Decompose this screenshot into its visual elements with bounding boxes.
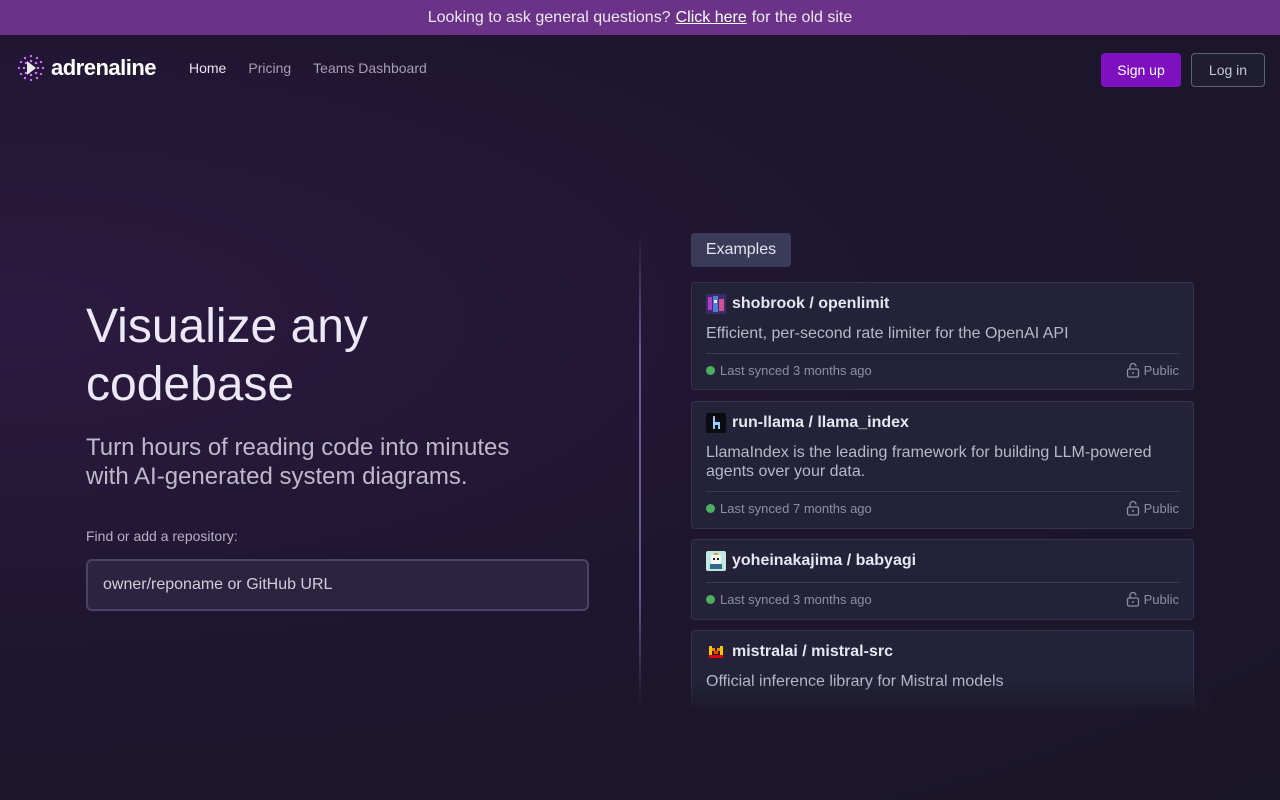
- repo-description: Efficient, per-second rate limiter for t…: [706, 325, 1069, 342]
- example-card[interactable]: run-llama / llama_index LlamaIndex is th…: [691, 401, 1194, 529]
- example-card[interactable]: shobrook / openlimit Efficient, per-seco…: [691, 282, 1194, 390]
- llama-avatar: [706, 413, 726, 433]
- repo-name: shobrook / openlimit: [732, 295, 890, 312]
- visibility-label: Public: [1143, 362, 1179, 378]
- card-divider: [706, 582, 1179, 583]
- unlock-icon: [1126, 362, 1139, 378]
- repo-name: mistralai / mistral-src: [732, 643, 893, 660]
- card-divider: [706, 491, 1179, 492]
- signup-button[interactable]: Sign up: [1101, 53, 1181, 87]
- example-card[interactable]: yoheinakajima / babyagi Last synced 3 mo…: [691, 539, 1194, 620]
- nav-links: Home Pricing Teams Dashboard: [189, 60, 449, 76]
- repo-search-label: Find or add a repository:: [86, 528, 238, 544]
- announcement-banner: Looking to ask general questions? Click …: [0, 0, 1280, 35]
- banner-text: Looking to ask general questions?: [427, 8, 671, 26]
- hero-title: Visualize any codebase: [86, 300, 368, 411]
- banner-text-after: for the old site: [751, 8, 853, 26]
- banner-link[interactable]: Click here: [676, 9, 747, 27]
- sync-time: Last synced 3 months ago: [720, 591, 872, 607]
- shobrook-avatar: [706, 294, 726, 314]
- visibility-label: Public: [1143, 591, 1179, 607]
- brand-name: adrenaline: [51, 55, 157, 80]
- sync-status-dot: [706, 365, 715, 375]
- login-button[interactable]: Log in: [1191, 53, 1265, 87]
- tab-examples[interactable]: Examples: [691, 233, 791, 267]
- nav-pricing[interactable]: Pricing: [248, 60, 291, 76]
- nav-teams-dashboard[interactable]: Teams Dashboard: [313, 60, 427, 76]
- mistral-avatar: [706, 642, 726, 662]
- card-divider: [706, 353, 1179, 354]
- repo-search-input[interactable]: [86, 559, 589, 611]
- unlock-icon: [1126, 500, 1139, 516]
- scroll-fade: [680, 682, 1210, 710]
- unlock-icon: [1126, 591, 1139, 607]
- sync-time: Last synced 7 months ago: [720, 500, 872, 516]
- sync-time: Last synced 3 months ago: [720, 362, 872, 378]
- brand-logo[interactable]: adrenaline: [16, 53, 157, 83]
- hero-subtitle: Turn hours of reading code into minutes …: [86, 434, 510, 490]
- repo-description: LlamaIndex is the leading framework for …: [706, 444, 1152, 480]
- adrenaline-logo-icon: [17, 54, 45, 82]
- repo-name: yoheinakajima / babyagi: [732, 552, 917, 569]
- sync-status-dot: [706, 503, 715, 513]
- repo-name: run-llama / llama_index: [732, 414, 909, 431]
- babyagi-avatar: [706, 551, 726, 571]
- nav-home[interactable]: Home: [189, 60, 226, 76]
- visibility-label: Public: [1143, 500, 1179, 516]
- section-divider: [639, 232, 641, 707]
- top-nav: adrenaline Home Pricing Teams Dashboard …: [0, 35, 1280, 101]
- sync-status-dot: [706, 594, 715, 604]
